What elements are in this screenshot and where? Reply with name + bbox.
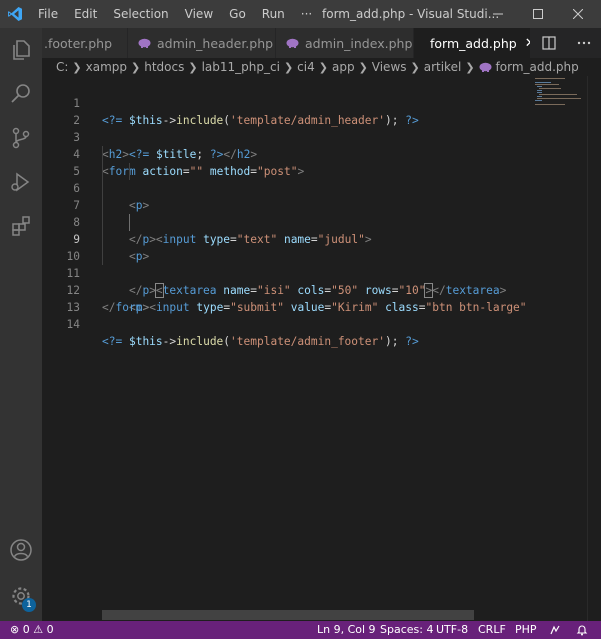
manage-button[interactable]: 1	[0, 574, 42, 618]
tab-actions	[531, 28, 601, 58]
code-line[interactable]: 6 <input type="text" name="judul">	[42, 163, 531, 246]
tab-admin-index[interactable]: admin_index.php	[276, 28, 414, 58]
warning-icon: ⚠	[33, 623, 44, 636]
crumb-drive[interactable]: C:	[56, 60, 68, 74]
crumb-views[interactable]: Views	[372, 60, 407, 74]
code-line[interactable]: 3 <h2><?= $title; ?></h2>	[42, 112, 531, 161]
more-actions-icon[interactable]	[577, 36, 591, 50]
code-line[interactable]: 13	[42, 282, 531, 314]
extensions-button[interactable]	[0, 204, 42, 248]
source-control-button[interactable]	[0, 116, 42, 160]
minimap[interactable]	[531, 76, 587, 621]
chevron-right-icon: ❯	[465, 60, 475, 74]
minimize-button[interactable]	[478, 0, 518, 28]
code-line[interactable]: 4 <form action="" method="post">	[42, 129, 531, 178]
code-line[interactable]: 7 </p>	[42, 180, 531, 246]
close-icon	[573, 9, 583, 19]
menu-bar: File Edit Selection View Go Run ···	[30, 0, 320, 28]
extensions-icon	[12, 216, 30, 236]
close-window-button[interactable]	[558, 0, 598, 28]
warning-count: 0	[46, 623, 54, 636]
code-line[interactable]: 14 <?= $this->include('template/admin_fo…	[42, 299, 531, 348]
chevron-right-icon: ❯	[318, 60, 328, 74]
php-elephant-icon	[479, 62, 492, 72]
chevron-right-icon: ❯	[410, 60, 420, 74]
horizontal-scrollbar[interactable]	[102, 610, 474, 620]
chevron-right-icon: ❯	[72, 60, 82, 74]
crumb-ci4[interactable]: ci4	[297, 60, 315, 74]
tab-footer[interactable]: .footer.php	[42, 28, 128, 58]
crumb-htdocs[interactable]: htdocs	[144, 60, 184, 74]
maximize-button[interactable]	[518, 0, 558, 28]
breadcrumb: C: ❯ xampp ❯ htdocs ❯ lab11_php_ci ❯ ci4…	[42, 58, 601, 76]
source-control-icon	[12, 127, 30, 149]
vscode-logo-icon	[0, 0, 30, 28]
maximize-icon	[533, 9, 543, 19]
status-bar: ⊗ 0 ⚠ 0 Ln 9, Col 9 Spaces: 4 UTF-8 CRLF…	[0, 621, 601, 639]
activity-bar: 1	[0, 28, 42, 621]
menu-go[interactable]: Go	[221, 0, 254, 28]
menu-selection[interactable]: Selection	[105, 0, 176, 28]
window-title: form_add.php - Visual Studi...	[322, 7, 500, 21]
crumb-lab11[interactable]: lab11_php_ci	[202, 60, 280, 74]
files-icon	[13, 40, 30, 60]
code-editor[interactable]: 1 <?= $this->include('template/admin_hea…	[42, 76, 531, 621]
code-line[interactable]: 1 <?= $this->include('template/admin_hea…	[42, 78, 531, 127]
title-bar: File Edit Selection View Go Run ··· form…	[0, 0, 601, 28]
chevron-right-icon: ❯	[131, 60, 141, 74]
notifications-bell-icon[interactable]	[576, 621, 588, 639]
tab-label: admin_index.php	[305, 35, 413, 51]
chevron-right-icon: ❯	[283, 60, 294, 74]
run-debug-icon	[11, 172, 30, 192]
chevron-right-icon: ❯	[358, 60, 368, 74]
encoding[interactable]: UTF-8	[436, 621, 468, 639]
crumb-app[interactable]: app	[332, 60, 355, 74]
accounts-button[interactable]	[0, 528, 42, 572]
problems-indicator[interactable]: ⊗ 0 ⚠ 0	[10, 621, 54, 639]
cursor-position[interactable]: Ln 9, Col 9	[317, 621, 376, 639]
code-line[interactable]: 8 <p>	[42, 197, 531, 263]
editor-tabs: .footer.php admin_header.php admin_index…	[42, 28, 601, 58]
run-debug-button[interactable]	[0, 160, 42, 204]
code-line[interactable]: 5 <p>	[42, 146, 531, 212]
menu-view[interactable]: View	[177, 0, 221, 28]
tab-admin-header[interactable]: admin_header.php	[128, 28, 276, 58]
code-text: <?= $this->include('template/admin_foote…	[102, 335, 419, 348]
tab-form-add[interactable]: form_add.php ✕	[414, 28, 531, 58]
code-line[interactable]: 11 <p><input type="submit" value="Kirim"…	[42, 248, 531, 314]
code-line[interactable]: 2	[42, 95, 531, 127]
vertical-scrollbar[interactable]	[587, 76, 601, 621]
php-elephant-icon	[138, 38, 151, 48]
minimize-icon	[493, 13, 503, 15]
php-elephant-icon	[286, 38, 299, 48]
language-mode[interactable]: PHP	[515, 621, 537, 639]
indentation[interactable]: Spaces: 4	[380, 621, 433, 639]
split-editor-icon[interactable]	[541, 36, 556, 50]
search-icon	[11, 84, 30, 103]
tab-label: .footer.php	[44, 35, 113, 51]
menu-edit[interactable]: Edit	[66, 0, 105, 28]
explorer-button[interactable]	[0, 28, 42, 72]
crumb-xampp[interactable]: xampp	[86, 60, 127, 74]
menu-more[interactable]: ···	[293, 0, 320, 28]
account-icon	[10, 539, 32, 561]
tab-label: form_add.php	[430, 35, 517, 51]
error-count: 0	[22, 623, 30, 636]
code-line[interactable]: 10 </p>	[42, 231, 531, 297]
line-number: 14	[66, 318, 80, 331]
chevron-right-icon: ❯	[188, 60, 198, 74]
settings-badge: 1	[22, 598, 36, 612]
line-ending[interactable]: CRLF	[478, 621, 506, 639]
crumb-file[interactable]: form_add.php	[496, 60, 579, 74]
code-line[interactable]: 12 </form>	[42, 265, 531, 314]
menu-run[interactable]: Run	[254, 0, 293, 28]
feedback-icon[interactable]	[549, 621, 561, 639]
error-icon: ⊗	[10, 623, 20, 636]
crumb-artikel[interactable]: artikel	[424, 60, 462, 74]
menu-file[interactable]: File	[30, 0, 66, 28]
search-button[interactable]	[0, 72, 42, 116]
tab-label: admin_header.php	[157, 35, 274, 51]
code-line-active[interactable]: 9 <textarea name="isi" cols="50" rows="1…	[42, 214, 531, 298]
